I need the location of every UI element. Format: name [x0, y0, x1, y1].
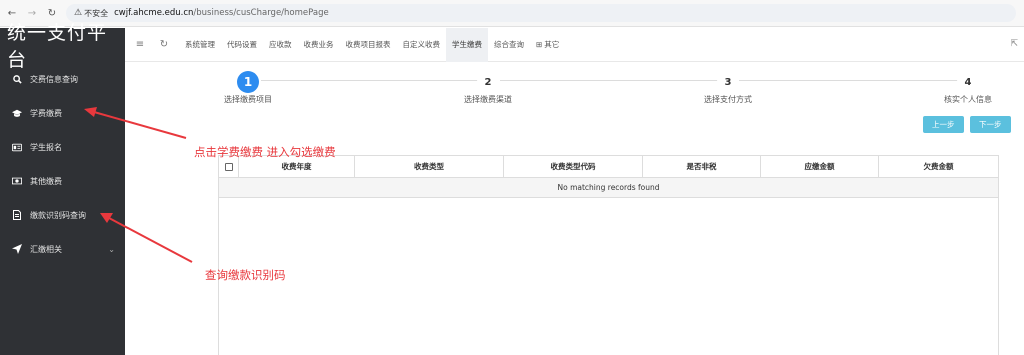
annotation-arrows	[84, 107, 193, 263]
annotation-tuition: 点击学费缴费 进入勾选缴费	[194, 145, 336, 159]
annotation-code-query: 查询缴款识别码	[205, 268, 286, 282]
